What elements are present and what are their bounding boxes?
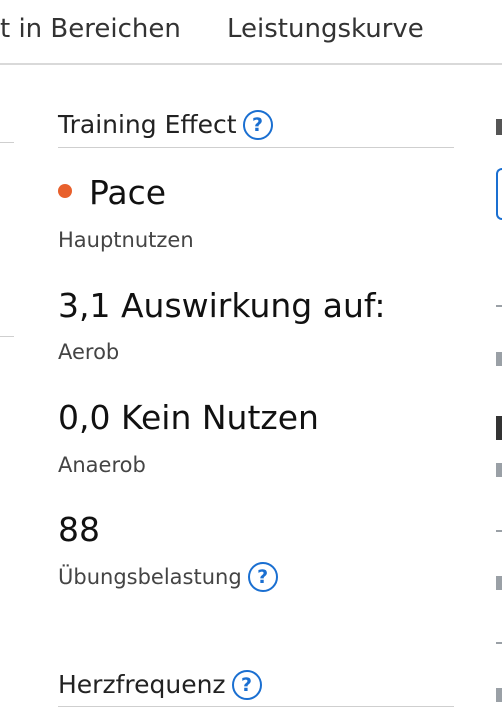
tab-power-curve[interactable]: Leistungskurve: [227, 12, 424, 46]
aerobic-label: Aerob: [58, 340, 120, 364]
right-column-text-fragment: [496, 642, 502, 644]
anaerobic-value: 0,0 Kein Nutzen: [58, 398, 319, 437]
help-icon[interactable]: ?: [242, 110, 273, 140]
left-column-divider: [0, 336, 14, 337]
right-column-text-fragment: [496, 530, 502, 532]
training-effect-divider: [58, 147, 454, 148]
right-column-text-fragment: [496, 688, 502, 702]
primary-benefit-value: Pace: [58, 173, 166, 213]
aerobic-value: 3,1 Auswirkung auf:: [58, 286, 386, 325]
right-column-text-fragment: [496, 305, 502, 307]
training-load-label-row: Übungsbelastung ?: [58, 562, 278, 592]
activity-stats-page: t in Bereichen Leistungskurve Training E…: [0, 0, 502, 708]
primary-benefit-label: Hauptnutzen: [58, 228, 194, 252]
help-icon[interactable]: ?: [247, 562, 278, 592]
training-effect-header: Training Effect ?: [58, 109, 273, 141]
right-column-text-fragment: [496, 352, 502, 366]
training-effect-title: Training Effect: [58, 110, 237, 139]
right-column-text-fragment: [496, 576, 502, 590]
anaerobic-label: Anaerob: [58, 453, 146, 477]
right-column-button-fragment[interactable]: [496, 168, 502, 220]
help-icon[interactable]: ?: [231, 670, 262, 700]
training-load-value: 88: [58, 510, 100, 549]
training-load-label: Übungsbelastung: [58, 565, 242, 589]
pace-dot-icon: [58, 183, 72, 198]
right-column-text-fragment: [496, 416, 502, 440]
right-column-title-fragment: [496, 119, 502, 135]
heart-rate-divider: [58, 706, 454, 707]
heart-rate-header: Herzfrequenz ?: [58, 669, 262, 701]
left-column-divider: [0, 142, 14, 143]
tab-bar-divider: [0, 63, 502, 65]
tab-time-in-zones[interactable]: t in Bereichen: [0, 12, 181, 46]
right-column-text-fragment: [496, 463, 502, 477]
heart-rate-title: Herzfrequenz: [58, 670, 226, 699]
